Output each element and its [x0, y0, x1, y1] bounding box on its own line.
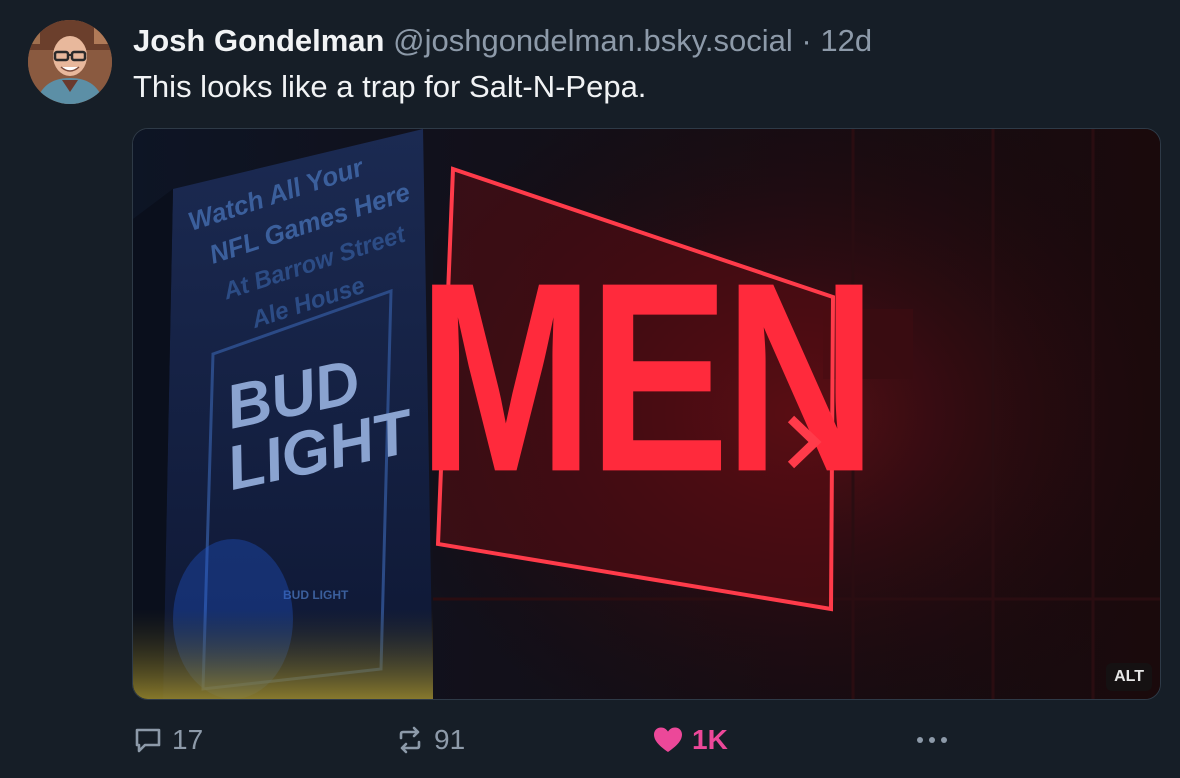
like-count: 1K: [692, 724, 728, 755]
reply-button[interactable]: 17: [132, 718, 203, 762]
post-actions: 17 91 1K: [132, 718, 1161, 762]
post-text: This looks like a trap for Salt-N-Pepa.: [133, 69, 647, 104]
author-handle[interactable]: @joshgondelman.bsky.social: [393, 23, 793, 58]
repost-icon: [399, 726, 421, 754]
more-options-button[interactable]: [912, 718, 952, 762]
avatar-image: [28, 20, 112, 104]
separator-dot: ·: [801, 23, 812, 58]
author-name[interactable]: Josh Gondelman: [133, 23, 384, 58]
photo-men-restroom-sign: Watch All Your NFL Games Here At Barrow …: [133, 129, 1160, 699]
avatar[interactable]: [28, 20, 112, 104]
heart-icon: [654, 727, 682, 752]
reply-icon: [135, 728, 161, 753]
sign-text-men: MEN: [418, 227, 872, 528]
repost-button[interactable]: 91: [394, 718, 465, 762]
reply-count: 17: [172, 724, 204, 755]
repost-count: 91: [434, 724, 466, 755]
like-button[interactable]: 1K: [652, 718, 728, 762]
post-header: Josh Gondelman @joshgondelman.bsky.socia…: [133, 22, 872, 60]
can-brand: BUD LIGHT: [283, 588, 349, 602]
alt-text-badge[interactable]: ALT: [1106, 663, 1152, 691]
post-image[interactable]: Watch All Your NFL Games Here At Barrow …: [132, 128, 1161, 700]
more-icon: [917, 737, 947, 743]
post-timestamp[interactable]: 12d: [820, 23, 872, 58]
